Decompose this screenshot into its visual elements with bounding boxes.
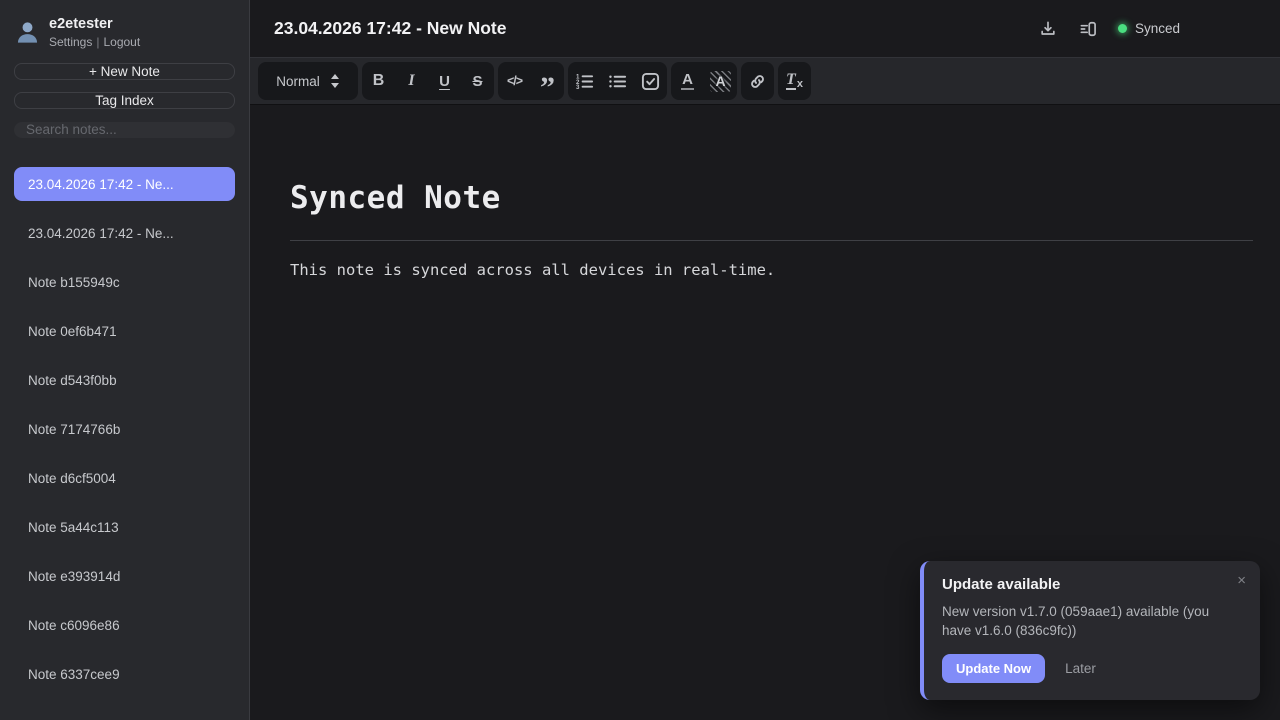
note-content-heading: Synced Note: [290, 180, 1253, 216]
link-button[interactable]: [741, 62, 774, 100]
blockquote-button[interactable]: ”: [531, 62, 564, 100]
toolbar-group-link: [741, 62, 774, 100]
toolbar-group-text-style: B I U S: [362, 62, 494, 100]
checklist-button[interactable]: [634, 62, 667, 100]
user-links: Settings | Logout: [49, 35, 140, 49]
note-title: 23.04.2026 17:42 - New Note: [274, 18, 507, 39]
code-block-button[interactable]: </>: [498, 62, 531, 100]
note-list-item[interactable]: 23.04.2026 17:42 - Ne...: [14, 167, 235, 201]
toast-title: Update available: [942, 576, 1242, 593]
note-list-item[interactable]: 23.04.2026 17:42 - Ne...: [14, 216, 235, 250]
titlebar-actions: Synced: [1038, 19, 1180, 39]
italic-icon: I: [408, 72, 414, 90]
ordered-list-icon: 123: [575, 72, 594, 91]
strikethrough-button[interactable]: S: [461, 62, 494, 100]
heading-divider: [290, 240, 1253, 241]
checkbox-icon: [641, 72, 660, 91]
bullet-list-icon: [608, 72, 627, 91]
block-format-value: Normal: [276, 74, 320, 89]
new-note-button[interactable]: + New Note: [14, 63, 235, 80]
ordered-list-button[interactable]: 123: [568, 62, 601, 100]
toolbar-group-lists: 123: [568, 62, 667, 100]
chevron-updown-icon: [330, 74, 340, 88]
toast-actions: Update Now Later: [942, 654, 1242, 683]
tag-index-button[interactable]: Tag Index: [14, 92, 235, 109]
text-color-icon: A: [681, 72, 694, 91]
bullet-list-button[interactable]: [601, 62, 634, 100]
note-list-item[interactable]: Note e393914d: [14, 559, 235, 593]
note-list-item[interactable]: Note 6337cee9: [14, 657, 235, 691]
italic-button[interactable]: I: [395, 62, 428, 100]
sync-status-dot: [1118, 24, 1127, 33]
sidebar: e2etester Settings | Logout + New Note Tag…: [0, 0, 250, 720]
update-toast: Update available × New version v1.7.0 (0…: [920, 561, 1260, 700]
note-list-item[interactable]: Note d543f0bb: [14, 363, 235, 397]
update-now-button[interactable]: Update Now: [942, 654, 1045, 683]
bold-icon: B: [373, 72, 385, 90]
link-divider: |: [96, 35, 99, 49]
text-color-button[interactable]: A: [671, 62, 704, 100]
sync-status-label: Synced: [1135, 21, 1180, 36]
quote-icon: ”: [540, 69, 555, 93]
user-row: e2etester Settings | Logout: [14, 16, 235, 49]
highlight-button[interactable]: A: [704, 62, 737, 100]
note-list-item[interactable]: Note 7174766b: [14, 412, 235, 446]
toolbar-group-block: </> ”: [498, 62, 564, 100]
logout-link[interactable]: Logout: [103, 35, 140, 49]
panel-toggle-icon: [1078, 19, 1098, 39]
clear-formatting-button[interactable]: Tx: [778, 62, 811, 100]
note-list-item[interactable]: Note c6096e86: [14, 608, 235, 642]
note-titlebar: 23.04.2026 17:42 - New Note: [250, 0, 1280, 57]
note-content-paragraph: This note is synced across all devices i…: [290, 261, 1253, 279]
later-button[interactable]: Later: [1065, 661, 1096, 676]
note-list-item[interactable]: Note b155949c: [14, 265, 235, 299]
code-icon: </>: [507, 74, 522, 88]
toast-close-button[interactable]: ×: [1237, 573, 1246, 588]
toast-message: New version v1.7.0 (059aae1) available (…: [942, 602, 1242, 640]
download-icon: [1038, 19, 1058, 39]
strikethrough-icon: S: [472, 73, 482, 90]
toolbar-group-clear: Tx: [778, 62, 811, 100]
highlight-icon: A: [710, 71, 731, 92]
note-list-item[interactable]: Note 5a44c113: [14, 510, 235, 544]
user-info: e2etester Settings | Logout: [49, 16, 140, 49]
download-button[interactable]: [1038, 19, 1058, 39]
underline-button[interactable]: U: [428, 62, 461, 100]
username: e2etester: [49, 16, 140, 33]
link-icon: [748, 72, 767, 91]
bold-button[interactable]: B: [362, 62, 395, 100]
search-notes-input[interactable]: [14, 122, 235, 138]
settings-link[interactable]: Settings: [49, 35, 92, 49]
user-avatar-icon: [14, 19, 41, 46]
underline-icon: U: [439, 73, 450, 90]
block-format-select[interactable]: Normal: [258, 62, 358, 100]
note-list-item[interactable]: Note 0ef6b471: [14, 314, 235, 348]
panel-toggle-button[interactable]: [1078, 19, 1098, 39]
clear-formatting-icon: Tx: [786, 72, 803, 90]
note-list-item[interactable]: Note d6cf5004: [14, 461, 235, 495]
formatting-toolbar: Normal B I U S </> ”: [250, 57, 1280, 105]
sync-status: Synced: [1118, 21, 1180, 36]
note-list: 23.04.2026 17:42 - Ne... 23.04.2026 17:4…: [14, 167, 235, 706]
svg-text:3: 3: [576, 84, 580, 91]
toolbar-group-color: A A: [671, 62, 737, 100]
